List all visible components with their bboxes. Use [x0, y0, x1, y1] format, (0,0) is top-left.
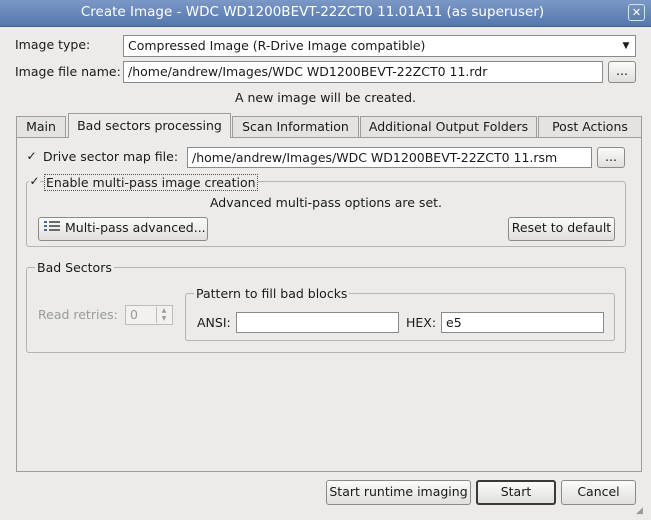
image-type-value: Compressed Image (R-Drive Image compatib… — [128, 38, 426, 53]
window-title: Create Image - WDC WD1200BEVT-22ZCT0 11.… — [80, 4, 545, 20]
hex-input[interactable]: e5 — [441, 312, 604, 333]
spinner-arrows-icon[interactable]: ▲ ▼ — [156, 307, 171, 323]
sector-map-label: Drive sector map file: — [43, 149, 179, 164]
sector-map-browse-button[interactable]: ... — [597, 147, 625, 168]
image-file-input[interactable]: /home/andrew/Images/WDC WD1200BEVT-22ZCT… — [123, 61, 603, 83]
multipass-group: ✓ Enable multi-pass image creation Advan… — [26, 174, 626, 247]
multipass-checkbox[interactable]: ✓ — [29, 175, 40, 187]
multipass-advanced-button[interactable]: Multi-pass advanced... — [38, 217, 208, 241]
image-file-label: Image file name: — [15, 64, 121, 79]
tab-post-actions[interactable]: Post Actions — [538, 116, 642, 137]
pattern-title: Pattern to fill bad blocks — [194, 286, 350, 301]
status-text: A new image will be created. — [234, 90, 417, 105]
ansi-label: ANSI: — [197, 315, 231, 330]
multipass-label[interactable]: Enable multi-pass image creation — [44, 174, 258, 191]
multipass-info-text: Advanced multi-pass options are set. — [209, 195, 443, 210]
image-file-browse-button[interactable]: ... — [608, 61, 636, 83]
tab-scan-information[interactable]: Scan Information — [232, 116, 359, 137]
sector-map-input[interactable]: /home/andrew/Images/WDC WD1200BEVT-22ZCT… — [187, 147, 592, 168]
tab-main[interactable]: Main — [16, 116, 66, 137]
resize-grip-icon[interactable]: ◢ — [636, 506, 648, 518]
image-type-label: Image type: — [15, 37, 91, 52]
pattern-group: Pattern to fill bad blocks ANSI: HEX: e5 — [185, 286, 615, 341]
chevron-down-icon[interactable]: ▼ — [619, 39, 633, 54]
hex-label: HEX: — [406, 315, 437, 330]
multipass-advanced-label: Multi-pass advanced... — [65, 220, 206, 235]
bad-sectors-group: Bad Sectors Read retries: 0 ▲ ▼ Pattern t… — [26, 260, 626, 353]
close-icon[interactable]: ✕ — [628, 4, 645, 21]
read-retries-spinner[interactable]: 0 ▲ ▼ — [125, 305, 173, 325]
start-runtime-imaging-button[interactable]: Start runtime imaging — [326, 480, 471, 505]
tab-additional-output-folders[interactable]: Additional Output Folders — [360, 116, 537, 137]
start-button[interactable]: Start — [476, 480, 556, 505]
tab-bad-sectors-processing[interactable]: Bad sectors processing — [68, 113, 231, 138]
sector-map-checkbox[interactable]: ✓ — [26, 150, 37, 162]
read-retries-label: Read retries: — [38, 307, 118, 322]
title-bar: Create Image - WDC WD1200BEVT-22ZCT0 11.… — [0, 0, 651, 27]
bad-sectors-title: Bad Sectors — [35, 260, 114, 275]
read-retries-value: 0 — [130, 307, 138, 322]
tab-panel: ✓ Drive sector map file: /home/andrew/Im… — [16, 137, 642, 472]
cancel-button[interactable]: Cancel — [561, 480, 636, 505]
image-type-select[interactable]: Compressed Image (R-Drive Image compatib… — [123, 35, 636, 57]
settings-list-icon — [43, 219, 61, 239]
reset-to-default-button[interactable]: Reset to default — [508, 217, 615, 241]
ansi-input[interactable] — [236, 312, 399, 333]
